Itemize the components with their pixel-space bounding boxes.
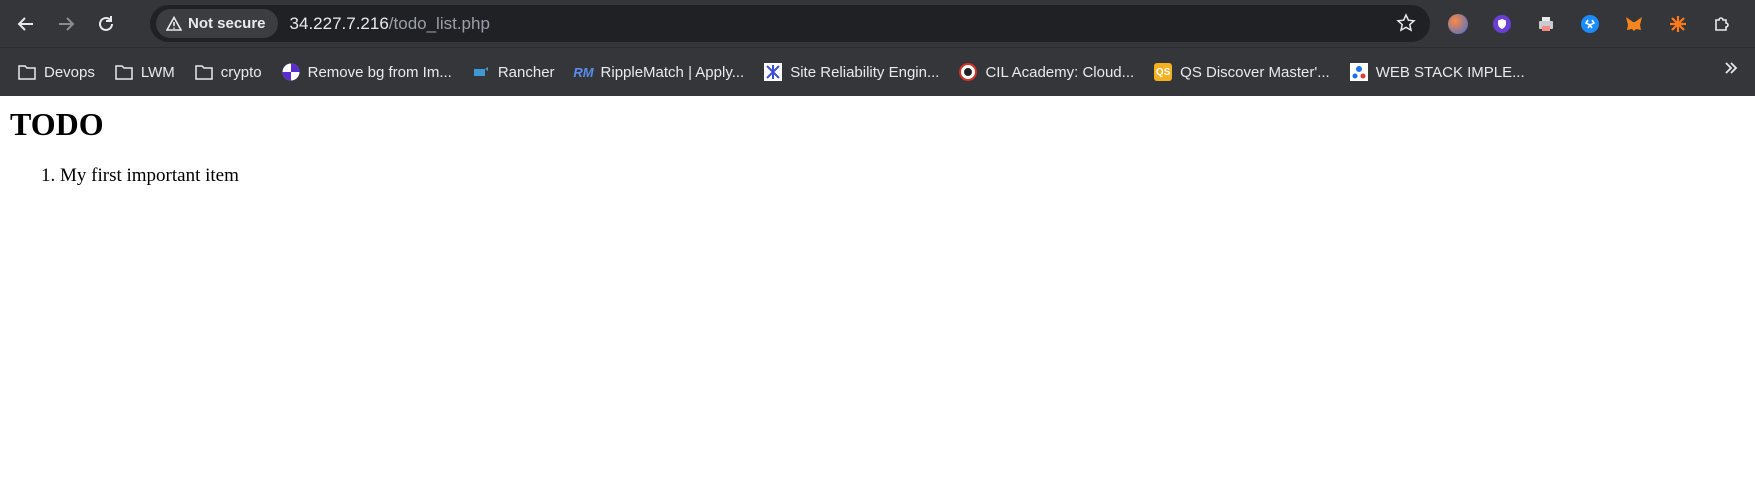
bookmark-label: RippleMatch | Apply... bbox=[600, 63, 745, 81]
extensions-area bbox=[1440, 0, 1740, 47]
more-bookmarks-button[interactable] bbox=[1723, 56, 1739, 82]
puzzle-icon bbox=[1715, 16, 1729, 31]
forward-button[interactable] bbox=[48, 6, 84, 42]
security-indicator[interactable]: Not secure bbox=[156, 9, 278, 38]
bookmark-devops[interactable]: Devops bbox=[8, 56, 105, 88]
cil-icon bbox=[959, 63, 978, 81]
todo-item: My first important item bbox=[60, 165, 1745, 187]
bookmark-star-button[interactable] bbox=[1396, 13, 1416, 38]
bookmark-crypto[interactable]: crypto bbox=[185, 56, 272, 88]
bookmark-label: Devops bbox=[44, 63, 95, 81]
bookmark-label: Site Reliability Engin... bbox=[790, 63, 940, 81]
rancher-icon bbox=[473, 67, 488, 76]
reload-icon bbox=[99, 15, 113, 31]
bookmark-label: Rancher bbox=[497, 63, 555, 81]
fox-extension-icon bbox=[1626, 16, 1642, 31]
url-host: 34.227.7.216 bbox=[289, 13, 389, 33]
back-arrow-icon bbox=[17, 16, 33, 31]
extension-burst[interactable] bbox=[1660, 6, 1696, 42]
bookmarks-bar: Devops LWM crypto Remove bg from Im... R… bbox=[0, 47, 1755, 96]
bookmark-rancher[interactable]: Rancher bbox=[462, 56, 565, 88]
extension-globe[interactable] bbox=[1440, 6, 1476, 42]
todo-list: My first important item bbox=[10, 165, 1745, 187]
burst-extension-icon bbox=[1670, 15, 1686, 32]
extension-shield[interactable] bbox=[1484, 6, 1520, 42]
bookmark-label: CIL Academy: Cloud... bbox=[985, 63, 1135, 81]
bookmark-ripplematch[interactable]: RM RippleMatch | Apply... bbox=[565, 56, 755, 88]
bookmark-label: QS Discover Master'... bbox=[1180, 63, 1330, 81]
folder-icon bbox=[18, 65, 36, 80]
address-bar[interactable]: Not secure 34.227.7.216/todo_list.php bbox=[150, 5, 1430, 42]
forward-arrow-icon bbox=[59, 16, 75, 31]
removebg-icon bbox=[282, 63, 300, 81]
page-title: TODO bbox=[10, 106, 104, 142]
sre-icon bbox=[764, 63, 783, 81]
browser-toolbar: Not secure 34.227.7.216/todo_list.php bbox=[0, 0, 1755, 47]
bookmark-cil[interactable]: CIL Academy: Cloud... bbox=[949, 56, 1144, 88]
extension-printer[interactable] bbox=[1528, 6, 1564, 42]
bookmark-label: Remove bg from Im... bbox=[307, 63, 452, 81]
folder-icon bbox=[115, 65, 133, 80]
back-button[interactable] bbox=[8, 6, 44, 42]
url-path: /todo_list.php bbox=[388, 13, 490, 33]
bookmark-label: crypto bbox=[220, 63, 262, 81]
bookmark-qs[interactable]: QS QS Discover Master'... bbox=[1144, 56, 1340, 88]
bookmark-webstack[interactable]: WEB STACK IMPLE... bbox=[1340, 56, 1535, 88]
ripplematch-icon: RM bbox=[573, 64, 594, 80]
bookmark-lwm[interactable]: LWM bbox=[105, 56, 185, 88]
reload-button[interactable] bbox=[88, 6, 124, 42]
warning-icon bbox=[166, 15, 182, 31]
star-icon bbox=[1396, 13, 1416, 32]
bookmark-label: WEB STACK IMPLE... bbox=[1375, 63, 1525, 81]
double-chevron-icon bbox=[1725, 62, 1738, 74]
extensions-menu-button[interactable] bbox=[1704, 6, 1740, 42]
shazam-extension-icon bbox=[1581, 14, 1599, 33]
bookmark-sre[interactable]: Site Reliability Engin... bbox=[754, 56, 949, 88]
webstack-icon bbox=[1349, 63, 1368, 81]
extension-shazam[interactable] bbox=[1572, 6, 1608, 42]
extension-metamask[interactable] bbox=[1616, 6, 1652, 42]
globe-extension-icon bbox=[1448, 13, 1468, 34]
bookmark-label: LWM bbox=[140, 63, 175, 81]
page-content: TODO My first important item bbox=[0, 106, 1755, 187]
qs-icon: QS bbox=[1154, 63, 1173, 81]
printer-extension-icon bbox=[1539, 16, 1553, 31]
url-text[interactable]: 34.227.7.216/todo_list.php bbox=[290, 14, 490, 34]
folder-icon bbox=[195, 65, 213, 80]
bookmark-removebg[interactable]: Remove bg from Im... bbox=[272, 56, 462, 88]
security-label: Not secure bbox=[188, 15, 266, 32]
shield-extension-icon bbox=[1493, 14, 1511, 33]
